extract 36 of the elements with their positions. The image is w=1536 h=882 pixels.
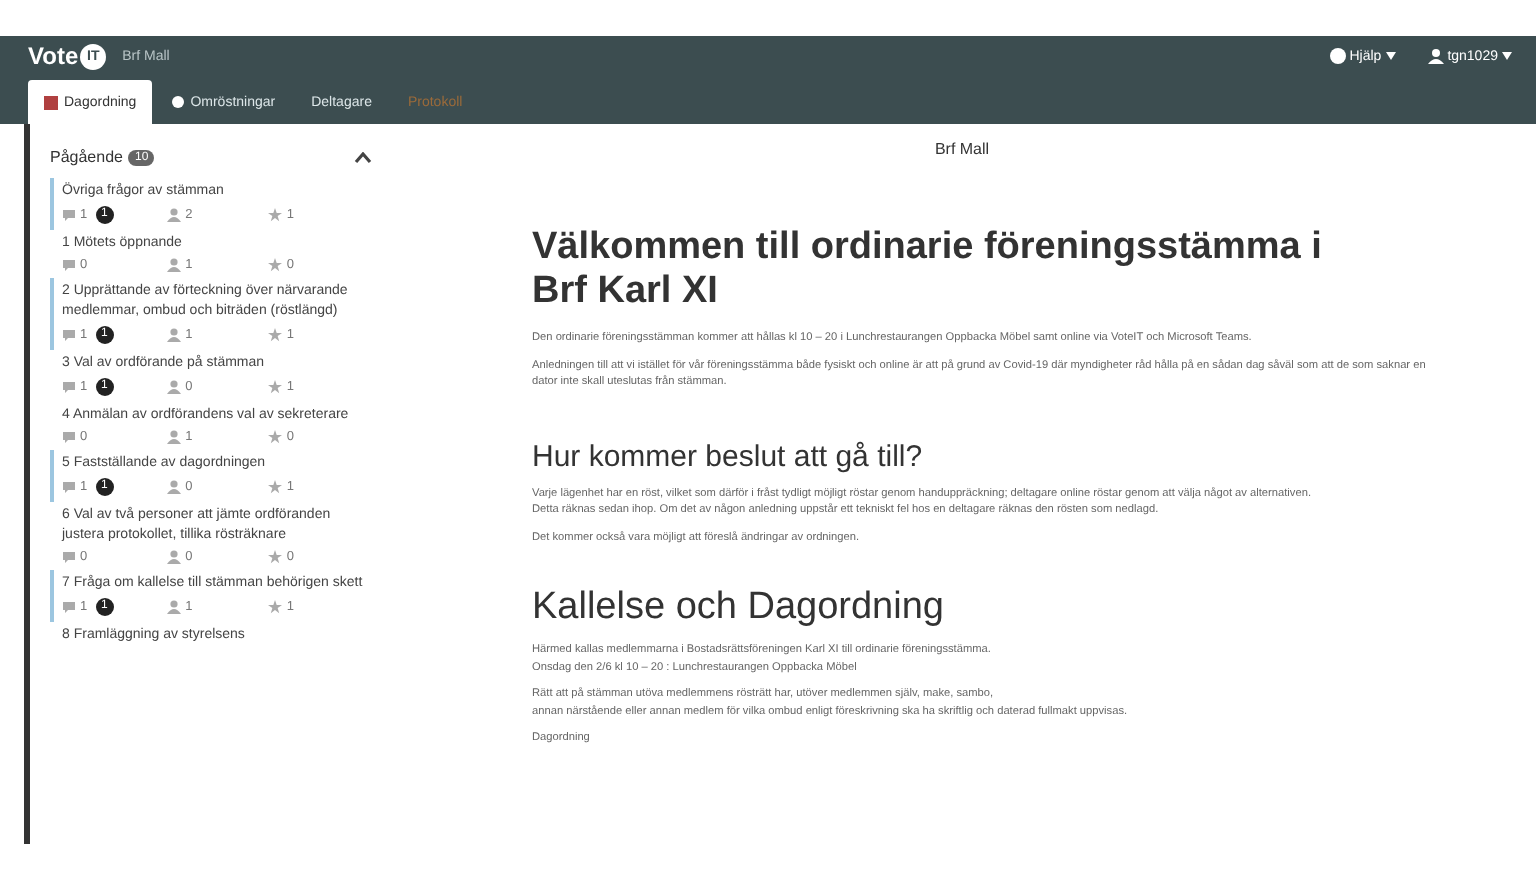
star-icon: [268, 430, 283, 444]
person-icon: [165, 430, 182, 444]
star-icon: [268, 208, 283, 222]
star-icon: [268, 550, 283, 564]
chevron-icon[interactable]: [354, 151, 372, 163]
comment-icon: [62, 430, 76, 444]
person-icon: [165, 380, 182, 394]
caret-icon: [1502, 52, 1512, 60]
star-icon: [268, 600, 283, 614]
person-icon: [165, 550, 182, 564]
section-heading: Hur kommer beslut att gå till?: [532, 439, 925, 473]
comment-icon: [62, 480, 76, 494]
page-heading: Välkommen till ordinarie föreningsstämma i Brf Karl XI: [532, 226, 1324, 314]
star-icon: [268, 380, 283, 394]
comment-icon: [62, 600, 76, 614]
caret-icon: [1385, 52, 1396, 60]
star-icon: [268, 258, 283, 272]
help-icon: [1329, 48, 1346, 64]
section-title: Pågående: [50, 148, 123, 166]
comment-icon: [62, 208, 76, 222]
meeting-title: Brf Mall: [934, 140, 990, 158]
dot-icon: [172, 96, 185, 108]
comment-icon: [62, 550, 76, 564]
person-icon: [165, 480, 182, 494]
user-icon: [1427, 48, 1444, 64]
person-icon: [165, 258, 182, 272]
comment-icon: [62, 258, 76, 272]
star-icon: [268, 480, 283, 494]
list-icon: [44, 95, 58, 109]
person-icon: [165, 600, 182, 614]
comment-icon: [62, 328, 76, 342]
section-heading: Kallelse och Dagordning: [532, 586, 946, 630]
person-icon: [165, 328, 182, 342]
person-icon: [165, 208, 182, 222]
comment-icon: [62, 380, 76, 394]
star-icon: [268, 328, 283, 342]
